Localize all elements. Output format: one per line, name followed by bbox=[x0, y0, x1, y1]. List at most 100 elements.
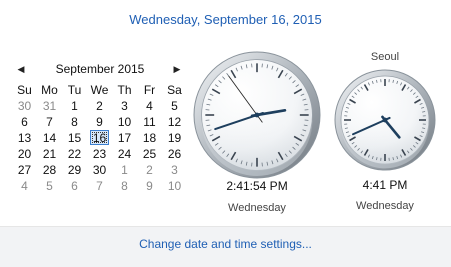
seoul-clock-face bbox=[334, 69, 436, 171]
calendar-day[interactable]: 4 bbox=[137, 98, 162, 114]
calendar-day-number: 3 bbox=[121, 99, 128, 113]
calendar-day-number: 4 bbox=[146, 99, 153, 113]
calendar-day[interactable]: 10 bbox=[112, 114, 137, 130]
calendar-day-number: 23 bbox=[92, 147, 107, 161]
calendar-day-number: 9 bbox=[96, 115, 103, 129]
calendar-day-number: 27 bbox=[17, 163, 32, 177]
calendar-week-row: 6 7 8 9 10 11 12 bbox=[12, 114, 187, 130]
weekday-label: Su bbox=[17, 83, 32, 97]
calendar-day[interactable]: 9 bbox=[137, 178, 162, 194]
calendar-day-number: 8 bbox=[71, 115, 78, 129]
calendar-grid: Su Mo Tu We Th Fr Sa 30 31 1 2 3 4 5 6 7 8 9 10 11 12… bbox=[12, 82, 187, 194]
calendar-day-number: 14 bbox=[42, 131, 57, 145]
calendar-day-number: 11 bbox=[143, 115, 156, 129]
local-analog-clock bbox=[192, 50, 322, 180]
calendar-day-number: 17 bbox=[117, 131, 132, 145]
weekday-label: Fr bbox=[143, 83, 156, 97]
calendar-day[interactable]: 31 bbox=[37, 98, 62, 114]
calendar-day[interactable]: 12 bbox=[162, 114, 187, 130]
seoul-day-label: Wednesday bbox=[356, 200, 414, 212]
weekday-header-row: Su Mo Tu We Th Fr Sa bbox=[12, 82, 187, 98]
calendar-day[interactable]: 7 bbox=[37, 114, 62, 130]
local-time-label: 2:41:54 PM bbox=[226, 179, 288, 193]
calendar-day-selected[interactable]: 16 bbox=[87, 130, 112, 146]
calendar-day-number: 30 bbox=[17, 99, 32, 113]
calendar-day[interactable]: 8 bbox=[112, 178, 137, 194]
calendar-day[interactable]: 28 bbox=[37, 162, 62, 178]
calendar-day[interactable]: 26 bbox=[162, 146, 187, 162]
calendar-day[interactable]: 6 bbox=[12, 114, 37, 130]
calendar-day[interactable]: 22 bbox=[62, 146, 87, 162]
calendar-day[interactable]: 14 bbox=[37, 130, 62, 146]
clock-center-pin bbox=[382, 117, 388, 123]
calendar-day[interactable]: 30 bbox=[12, 98, 37, 114]
calendar-day-number: 28 bbox=[42, 163, 57, 177]
calendar-day[interactable]: 1 bbox=[112, 162, 137, 178]
calendar-day-number: 12 bbox=[167, 115, 182, 129]
calendar-day-number: 19 bbox=[167, 131, 182, 145]
calendar-day[interactable]: 10 bbox=[162, 178, 187, 194]
weekday-label: We bbox=[90, 83, 109, 97]
calendar-day[interactable]: 23 bbox=[87, 146, 112, 162]
clock-flyout: Wednesday, September 16, 2015 ◀ Septembe… bbox=[0, 0, 451, 267]
calendar-day[interactable]: 9 bbox=[87, 114, 112, 130]
calendar-day[interactable]: 15 bbox=[62, 130, 87, 146]
seoul-city-label: Seoul bbox=[370, 51, 400, 63]
calendar-day-number: 6 bbox=[71, 179, 78, 193]
calendar-day[interactable]: 20 bbox=[12, 146, 37, 162]
calendar-day-number: 22 bbox=[67, 147, 82, 161]
calendar-day[interactable]: 7 bbox=[87, 178, 112, 194]
calendar-day[interactable]: 13 bbox=[12, 130, 37, 146]
calendar-day-number: 2 bbox=[146, 163, 153, 177]
calendar-day[interactable]: 29 bbox=[62, 162, 87, 178]
calendar-day[interactable]: 1 bbox=[62, 98, 87, 114]
calendar-day-number: 16 bbox=[90, 130, 109, 145]
calendar-day[interactable]: 30 bbox=[87, 162, 112, 178]
calendar-week-row: 4 5 6 7 8 9 10 bbox=[12, 178, 187, 194]
calendar-day-number: 4 bbox=[21, 179, 28, 193]
clock-center-pin bbox=[254, 112, 260, 118]
triangle-right-icon[interactable]: ▶ bbox=[171, 62, 183, 76]
calendar-day[interactable]: 2 bbox=[137, 162, 162, 178]
calendar-month-label[interactable]: September 2015 bbox=[12, 62, 188, 76]
calendar-day-number: 9 bbox=[146, 179, 153, 193]
calendar-day-number: 3 bbox=[171, 163, 178, 177]
calendar-day[interactable]: 24 bbox=[112, 146, 137, 162]
calendar-day[interactable]: 6 bbox=[62, 178, 87, 194]
calendar-day-number: 21 bbox=[42, 147, 57, 161]
calendar-day[interactable]: 18 bbox=[137, 130, 162, 146]
calendar-day-number: 10 bbox=[117, 115, 132, 129]
calendar-day-number: 26 bbox=[167, 147, 182, 161]
seoul-time-label: 4:41 PM bbox=[362, 178, 408, 192]
weekday-label: Sa bbox=[167, 83, 182, 97]
calendar-day[interactable]: 3 bbox=[162, 162, 187, 178]
calendar-day-number: 15 bbox=[67, 131, 82, 145]
calendar-day-number: 1 bbox=[121, 163, 128, 177]
calendar-day-number: 24 bbox=[117, 147, 132, 161]
calendar-day[interactable]: 11 bbox=[137, 114, 162, 130]
calendar-day[interactable]: 4 bbox=[12, 178, 37, 194]
calendar-day-number: 25 bbox=[142, 147, 157, 161]
calendar-day[interactable]: 19 bbox=[162, 130, 187, 146]
calendar-day-number: 13 bbox=[17, 131, 32, 145]
calendar-day[interactable]: 3 bbox=[112, 98, 137, 114]
calendar-day-number: 10 bbox=[167, 179, 182, 193]
calendar-day-number: 7 bbox=[46, 115, 53, 129]
long-date-header[interactable]: Wednesday, September 16, 2015 bbox=[0, 12, 451, 27]
calendar-day[interactable]: 21 bbox=[37, 146, 62, 162]
calendar-day[interactable]: 2 bbox=[87, 98, 112, 114]
calendar-day[interactable]: 5 bbox=[37, 178, 62, 194]
footer-bar: Change date and time settings... bbox=[0, 227, 451, 267]
calendar-week-row: 20 21 22 23 24 25 26 bbox=[12, 146, 187, 162]
calendar-day[interactable]: 5 bbox=[162, 98, 187, 114]
calendar-day-number: 7 bbox=[96, 179, 103, 193]
calendar-day[interactable]: 17 bbox=[112, 130, 137, 146]
calendar-day-number: 31 bbox=[42, 99, 57, 113]
calendar-day[interactable]: 27 bbox=[12, 162, 37, 178]
calendar-day-number: 29 bbox=[67, 163, 82, 177]
change-date-time-settings-link[interactable]: Change date and time settings... bbox=[0, 237, 451, 251]
calendar-day[interactable]: 8 bbox=[62, 114, 87, 130]
calendar-day-number: 5 bbox=[171, 99, 178, 113]
calendar-day[interactable]: 25 bbox=[137, 146, 162, 162]
calendar-day-number: 2 bbox=[96, 99, 103, 113]
